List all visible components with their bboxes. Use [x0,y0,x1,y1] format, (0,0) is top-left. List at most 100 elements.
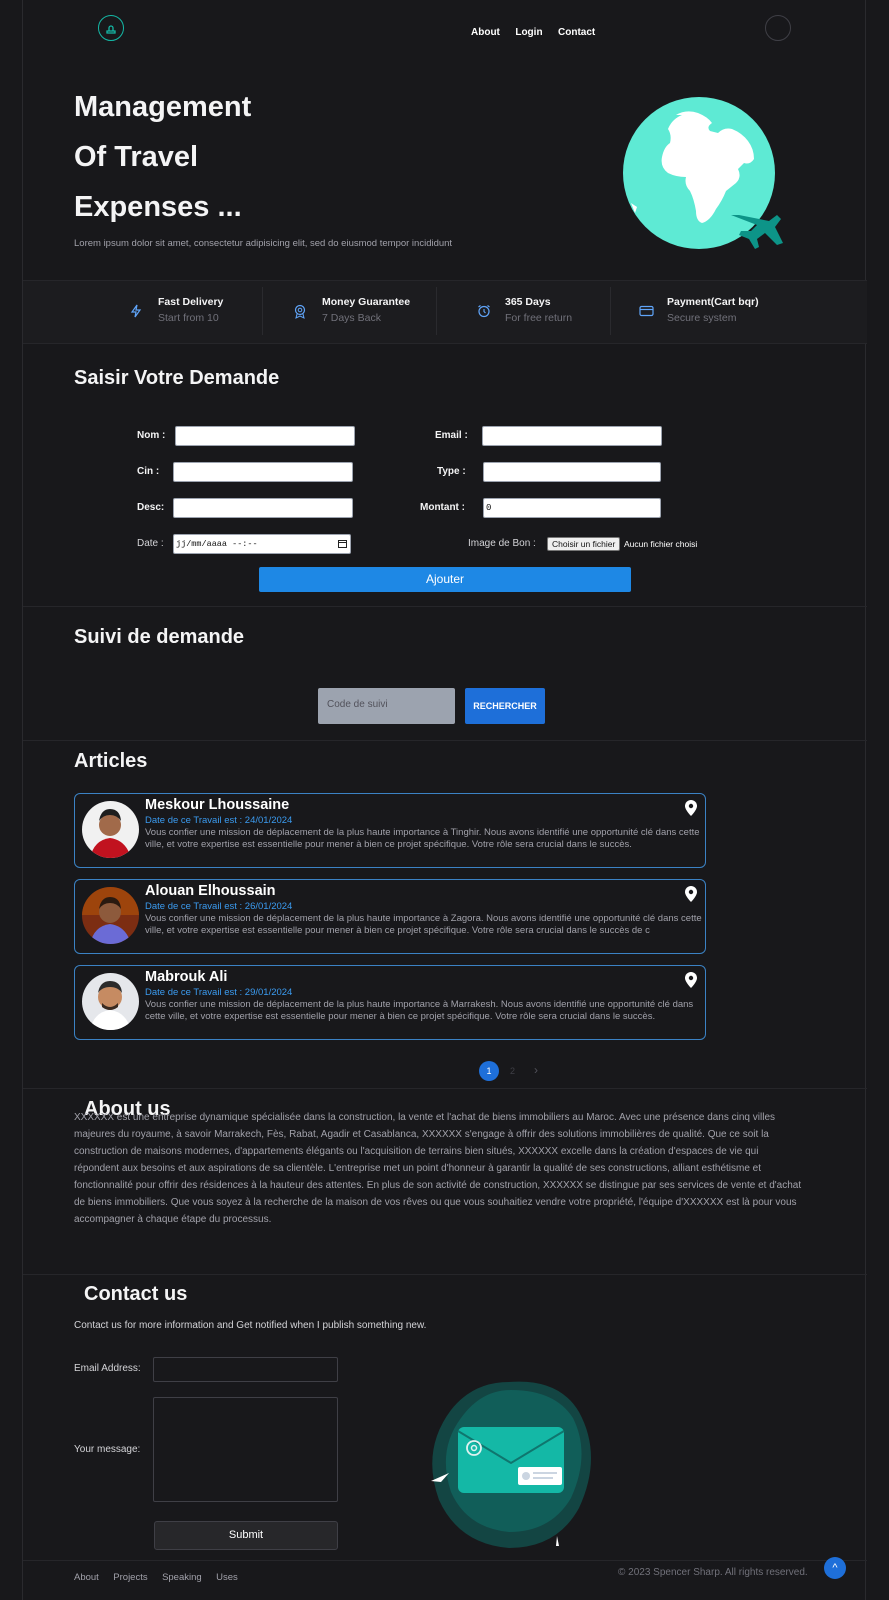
footer-copyright: © 2023 Spencer Sharp. All rights reserve… [618,1567,808,1578]
article-author-name: Alouan Elhoussain [145,883,276,899]
hero-title-line: Of Travel [74,141,199,173]
feature-365-days: 365 Days For free return [477,296,572,330]
hero-title: Management Of Travel Expenses ... [74,82,494,232]
feature-subtitle: Start from 10 [158,312,219,324]
globe-illustration-icon [621,95,786,260]
avatar [82,801,139,858]
hero-title-line: Expenses ... [74,191,242,223]
article-card[interactable]: Alouan Elhoussain Date de ce Travail est… [74,879,706,954]
logo-icon[interactable] [98,15,124,41]
pagination-page-2[interactable]: 2 [510,1066,515,1076]
contact-heading: Contact us [84,1283,188,1305]
divider [23,740,867,741]
date-placeholder: jj/mm/aaaa --:-- [176,539,258,549]
article-card[interactable]: Mabrouk Ali Date de ce Travail est : 29/… [74,965,706,1040]
article-description: Vous confier une mission de déplacement … [145,827,700,850]
pagination-page-1[interactable]: 1 [479,1061,499,1081]
montant-label: Montant : [420,502,465,513]
feature-subtitle: For free return [505,312,573,324]
location-pin-icon[interactable] [685,886,697,907]
feature-title: Money Guarantee [322,296,411,308]
tracking-heading: Suivi de demande [74,626,245,648]
feature-title: 365 Days [505,296,551,308]
contact-message-textarea[interactable] [153,1397,338,1502]
email-label: Email : [435,430,468,441]
nav-contact-link[interactable]: Contact [558,27,595,38]
mail-illustration-icon [429,1378,599,1558]
contact-email-input[interactable] [153,1357,338,1382]
search-tracking-button[interactable]: RECHERCHER [465,688,545,724]
hero-title-line: Management [74,91,252,123]
scroll-to-top-button[interactable]: ^ [824,1557,846,1579]
email-address-label: Email Address: [74,1363,141,1374]
cin-label: Cin : [137,466,160,477]
feature-title: Payment(Cart bqr) [667,296,759,308]
main-nav: About Login Contact [471,22,595,40]
tracking-code-placeholder: Code de suivi [327,699,388,710]
article-card[interactable]: Meskour Lhoussaine Date de ce Travail es… [74,793,706,868]
montant-input[interactable]: 0 [483,498,661,518]
location-pin-icon[interactable] [685,972,697,993]
article-description: Vous confier une mission de déplacement … [145,913,702,936]
alarm-clock-icon [477,304,505,323]
type-input[interactable] [483,462,661,482]
image-label: Image de Bon : [468,538,536,549]
pagination-next-arrow[interactable]: › [534,1063,538,1077]
divider [23,1088,867,1089]
feature-money-guarantee: Money Guarantee 7 Days Back [294,296,410,330]
articles-heading: Articles [74,750,148,772]
bolt-icon [130,304,158,323]
ajouter-button[interactable]: Ajouter [259,567,631,592]
feature-fast-delivery: Fast Delivery Start from 10 [130,296,223,330]
footer-speaking-link[interactable]: Speaking [162,1572,202,1583]
about-text: XXXXXX est une entreprise dynamique spéc… [74,1112,802,1225]
email-input[interactable] [482,426,662,446]
article-date: Date de ce Travail est : 29/01/2024 [145,987,293,998]
page-frame: About Login Contact Management Of Travel… [22,0,867,1600]
avatar [82,973,139,1030]
divider [610,287,611,335]
credit-card-icon [639,304,667,322]
article-author-name: Mabrouk Ali [145,969,228,985]
footer-uses-link[interactable]: Uses [216,1572,238,1583]
nom-label: Nom : [137,430,166,441]
nom-input[interactable] [175,426,355,446]
feature-title: Fast Delivery [158,296,224,308]
divider [23,1274,867,1275]
desc-input[interactable] [173,498,353,518]
article-date: Date de ce Travail est : 24/01/2024 [145,815,293,826]
article-date: Date de ce Travail est : 26/01/2024 [145,901,293,912]
divider [436,287,437,335]
nav-login-link[interactable]: Login [515,27,542,38]
location-pin-icon[interactable] [685,800,697,821]
article-description: Vous confier une mission de déplacement … [145,999,694,1022]
article-author-name: Meskour Lhoussaine [145,797,290,813]
file-status: Aucun fichier choisi [624,539,698,549]
type-label: Type : [437,466,466,477]
feature-subtitle: Secure system [667,312,737,324]
hero-subtitle: Lorem ipsum dolor sit amet, consectetur … [74,238,453,249]
date-input[interactable]: jj/mm/aaaa --:-- [173,534,351,554]
avatar [82,887,139,944]
calendar-icon[interactable] [338,535,347,555]
contact-intro: Contact us for more information and Get … [74,1320,427,1331]
date-label: Date : [137,538,164,549]
request-form-heading: Saisir Votre Demande [74,367,280,389]
award-icon [294,304,322,324]
theme-toggle-button[interactable] [765,15,791,41]
divider [262,287,263,335]
footer-nav: About Projects Speaking Uses [74,1567,248,1585]
contact-submit-button[interactable]: Submit [154,1521,338,1550]
divider [23,606,867,607]
file-choose-button[interactable]: Choisir un fichier [547,537,621,551]
tracking-code-input[interactable]: Code de suivi [318,688,455,724]
desc-label: Desc: [137,502,165,513]
message-label: Your message: [74,1444,141,1455]
cin-input[interactable] [173,462,353,482]
feature-subtitle: 7 Days Back [322,312,381,324]
footer-projects-link[interactable]: Projects [113,1572,147,1583]
feature-payment: Payment(Cart bqr) Secure system [639,296,759,330]
footer-about-link[interactable]: About [74,1572,99,1583]
divider [23,1560,867,1561]
nav-about-link[interactable]: About [471,27,500,38]
